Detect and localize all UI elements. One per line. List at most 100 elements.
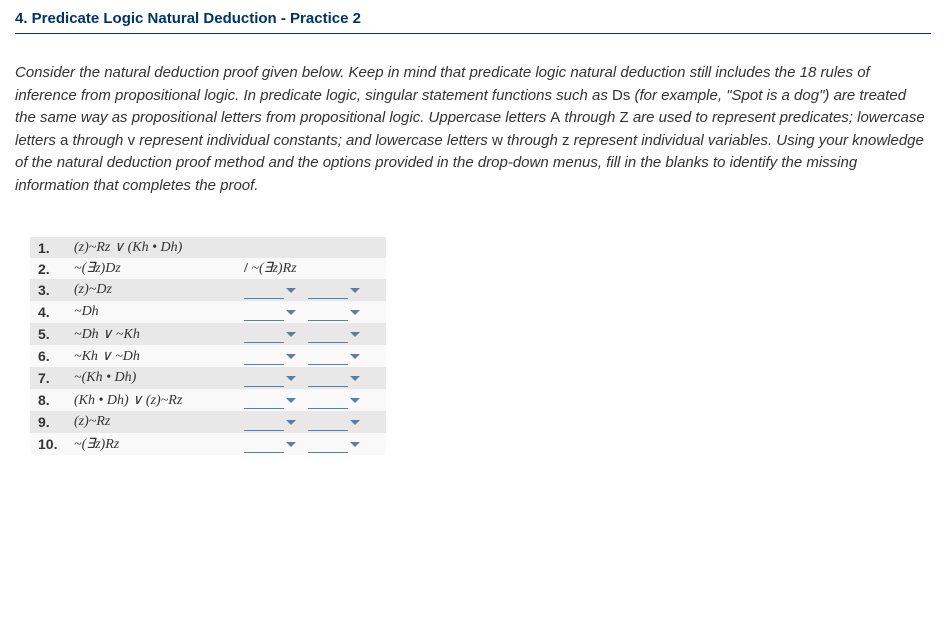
justification-cell bbox=[236, 323, 386, 345]
justification-cell bbox=[236, 301, 386, 323]
dropdown-input[interactable] bbox=[244, 303, 284, 321]
justification-cell: / ~(∃z)Rz bbox=[236, 258, 386, 279]
chevron-down-icon[interactable] bbox=[286, 442, 296, 447]
row-number: 10. bbox=[30, 433, 66, 455]
chevron-down-icon[interactable] bbox=[350, 376, 360, 381]
justification-cell bbox=[236, 367, 386, 389]
chevron-down-icon[interactable] bbox=[286, 310, 296, 315]
proof-table: 1.(z)~Rz ∨ (Kh • Dh)2.~(∃z)Dz/ ~(∃z)Rz3.… bbox=[30, 237, 386, 455]
justification-dropdown[interactable] bbox=[244, 325, 308, 343]
justification-dropdown[interactable] bbox=[308, 391, 372, 409]
row-number: 5. bbox=[30, 323, 66, 345]
row-number: 1. bbox=[30, 237, 66, 258]
dropdown-input[interactable] bbox=[308, 347, 348, 365]
proof-row: 3.(z)~Dz bbox=[30, 279, 386, 301]
chevron-down-icon[interactable] bbox=[350, 332, 360, 337]
row-number: 2. bbox=[30, 258, 66, 279]
instructions-letter: w bbox=[492, 132, 503, 149]
justification-dropdown[interactable] bbox=[244, 281, 308, 299]
instructions-part: through bbox=[68, 132, 127, 149]
chevron-down-icon[interactable] bbox=[350, 310, 360, 315]
chevron-down-icon[interactable] bbox=[350, 398, 360, 403]
dropdown-input[interactable] bbox=[308, 369, 348, 387]
justification-cell bbox=[236, 237, 386, 258]
proof-formula: (z)~Dz bbox=[66, 279, 236, 301]
chevron-down-icon[interactable] bbox=[286, 288, 296, 293]
dropdown-input[interactable] bbox=[244, 391, 284, 409]
justification-dropdown[interactable] bbox=[308, 281, 372, 299]
instructions-letter: A bbox=[550, 109, 560, 126]
instructions-ds: Ds bbox=[612, 87, 630, 104]
dropdown-input[interactable] bbox=[308, 325, 348, 343]
dropdown-input[interactable] bbox=[244, 281, 284, 299]
justification-dropdown[interactable] bbox=[244, 369, 308, 387]
dropdown-input[interactable] bbox=[308, 303, 348, 321]
instructions-part: represent individual constants; and lowe… bbox=[135, 132, 492, 149]
justification-dropdown[interactable] bbox=[244, 347, 308, 365]
dropdown-input[interactable] bbox=[308, 391, 348, 409]
conclusion-formula: ~(∃z)Rz bbox=[248, 261, 297, 276]
proof-row: 4.~Dh bbox=[30, 301, 386, 323]
proof-formula: ~Kh ∨ ~Dh bbox=[66, 345, 236, 367]
justification-cell bbox=[236, 411, 386, 433]
proof-row: 5.~Dh ∨ ~Kh bbox=[30, 323, 386, 345]
instructions-letter: z bbox=[562, 132, 570, 149]
proof-row: 9.(z)~Rz bbox=[30, 411, 386, 433]
proof-formula: ~(Kh • Dh) bbox=[66, 367, 236, 389]
proof-formula: (Kh • Dh) ∨ (z)~Rz bbox=[66, 389, 236, 411]
dropdown-input[interactable] bbox=[308, 435, 348, 453]
justification-dropdown[interactable] bbox=[244, 435, 308, 453]
chevron-down-icon[interactable] bbox=[350, 288, 360, 293]
proof-formula: (z)~Rz bbox=[66, 411, 236, 433]
justification-dropdown[interactable] bbox=[308, 435, 372, 453]
justification-cell bbox=[236, 345, 386, 367]
instructions-letter: v bbox=[128, 132, 136, 149]
section-title: 4. Predicate Logic Natural Deduction - P… bbox=[15, 10, 931, 34]
proof-formula: ~(∃z)Dz bbox=[66, 258, 236, 279]
instructions-text: Consider the natural deduction proof giv… bbox=[15, 62, 931, 197]
proof-row: 1.(z)~Rz ∨ (Kh • Dh) bbox=[30, 237, 386, 258]
instructions-part: through bbox=[560, 109, 619, 126]
dropdown-input[interactable] bbox=[308, 413, 348, 431]
dropdown-input[interactable] bbox=[244, 325, 284, 343]
chevron-down-icon[interactable] bbox=[286, 420, 296, 425]
justification-dropdown[interactable] bbox=[308, 369, 372, 387]
proof-formula: (z)~Rz ∨ (Kh • Dh) bbox=[66, 237, 236, 258]
chevron-down-icon[interactable] bbox=[286, 354, 296, 359]
chevron-down-icon[interactable] bbox=[350, 420, 360, 425]
proof-formula: ~Dh ∨ ~Kh bbox=[66, 323, 236, 345]
instructions-part: through bbox=[503, 132, 562, 149]
justification-dropdown[interactable] bbox=[244, 303, 308, 321]
justification-dropdown[interactable] bbox=[308, 303, 372, 321]
row-number: 9. bbox=[30, 411, 66, 433]
chevron-down-icon[interactable] bbox=[350, 442, 360, 447]
proof-row: 7.~(Kh • Dh) bbox=[30, 367, 386, 389]
row-number: 6. bbox=[30, 345, 66, 367]
proof-formula: ~(∃z)Rz bbox=[66, 433, 236, 455]
justification-cell bbox=[236, 389, 386, 411]
dropdown-input[interactable] bbox=[244, 413, 284, 431]
dropdown-input[interactable] bbox=[244, 347, 284, 365]
instructions-letter: Z bbox=[620, 109, 629, 126]
proof-row: 10.~(∃z)Rz bbox=[30, 433, 386, 455]
chevron-down-icon[interactable] bbox=[286, 398, 296, 403]
chevron-down-icon[interactable] bbox=[350, 354, 360, 359]
chevron-down-icon[interactable] bbox=[286, 376, 296, 381]
justification-dropdown[interactable] bbox=[244, 413, 308, 431]
dropdown-input[interactable] bbox=[308, 281, 348, 299]
justification-dropdown[interactable] bbox=[308, 413, 372, 431]
row-number: 8. bbox=[30, 389, 66, 411]
justification-cell bbox=[236, 433, 386, 455]
justification-dropdown[interactable] bbox=[308, 325, 372, 343]
row-number: 7. bbox=[30, 367, 66, 389]
justification-dropdown[interactable] bbox=[308, 347, 372, 365]
proof-row: 8.(Kh • Dh) ∨ (z)~Rz bbox=[30, 389, 386, 411]
dropdown-input[interactable] bbox=[244, 369, 284, 387]
justification-cell bbox=[236, 279, 386, 301]
dropdown-input[interactable] bbox=[244, 435, 284, 453]
justification-dropdown[interactable] bbox=[244, 391, 308, 409]
proof-row: 6.~Kh ∨ ~Dh bbox=[30, 345, 386, 367]
chevron-down-icon[interactable] bbox=[286, 332, 296, 337]
row-number: 4. bbox=[30, 301, 66, 323]
proof-formula: ~Dh bbox=[66, 301, 236, 323]
